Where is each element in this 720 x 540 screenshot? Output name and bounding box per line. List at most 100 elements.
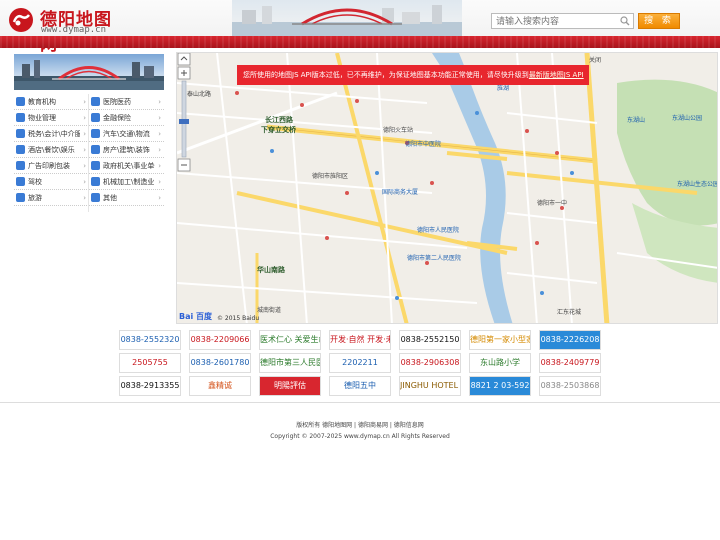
- ad-banner[interactable]: 2202211: [329, 353, 391, 373]
- category-item[interactable]: 汽车\交通\物流 ›: [89, 126, 164, 142]
- chevron-right-icon: ›: [83, 114, 86, 122]
- bank-icon: [91, 113, 100, 122]
- category-item[interactable]: 教育机构 ›: [14, 94, 89, 110]
- driving-icon: [16, 177, 25, 186]
- category-item[interactable]: 金融保险 ›: [89, 110, 164, 126]
- map-label: 东湖山: [627, 117, 646, 124]
- sidebar-divider: [88, 94, 89, 212]
- category-item[interactable]: 房产\建筑\装饰 ›: [89, 142, 164, 158]
- map-label: 德阳火车站: [383, 127, 414, 134]
- chevron-right-icon: ›: [158, 146, 161, 154]
- ad-banner[interactable]: 德阳第一家小型家庭装修: [469, 330, 531, 350]
- footer-divider: [0, 402, 720, 403]
- ad-banner[interactable]: 东山路小学: [469, 353, 531, 373]
- category-item[interactable]: 政府机关\事业单位›: [89, 158, 164, 174]
- map-label: 城南街道: [257, 307, 282, 314]
- map-label: 长江西路: [265, 116, 293, 124]
- footer-copyright: Copyright © 2007-2025 www.dymap.cn All R…: [270, 433, 450, 440]
- chevron-right-icon: ›: [83, 162, 86, 170]
- ad-banner[interactable]: 0838-2906308: [399, 353, 461, 373]
- ad-banner[interactable]: 德阳五中: [329, 376, 391, 396]
- medical-icon: [91, 97, 100, 106]
- ad-banner[interactable]: 2505755: [119, 353, 181, 373]
- baidu-logo: Bai 百度: [179, 312, 213, 321]
- map-canvas: [177, 53, 717, 323]
- search-input[interactable]: [492, 14, 618, 28]
- building-icon: [16, 113, 25, 122]
- ad-banner[interactable]: 0838-2552150: [399, 330, 461, 350]
- category-label: 房产\建筑\装饰: [103, 146, 150, 154]
- search-icon[interactable]: [620, 16, 630, 26]
- ad-banner[interactable]: 开发·自然 开发·未来: [329, 330, 391, 350]
- map-label: 德阳市旌阳区: [312, 173, 349, 180]
- sidebar: 教育机构›医院医药›物业管理›金融保险›税务\会计\中介服务›汽车\交通\物流›…: [14, 54, 164, 212]
- map-label: 汇东花城: [557, 309, 582, 316]
- more-icon: [91, 193, 100, 202]
- api-version-warning: 您所使用的地图JS API版本过低，已不再维护，为保证地图基本功能正常使用，请尽…: [237, 65, 589, 85]
- ad-banner[interactable]: 明陽評估: [259, 376, 321, 396]
- category-label: 其他: [103, 194, 117, 202]
- category-label: 驾校: [28, 178, 42, 186]
- category-item[interactable]: 广告印刷包装 ›: [14, 158, 89, 174]
- category-item[interactable]: 物业管理 ›: [14, 110, 89, 126]
- map-label[interactable]: 关闭: [589, 55, 601, 64]
- ad-banner[interactable]: 0838-2503868: [539, 376, 601, 396]
- ad-banner[interactable]: 鑫精诚: [189, 376, 251, 396]
- category-item[interactable]: 机械加工\制造业 ›: [89, 174, 164, 190]
- ad-banner[interactable]: 0838-2552320: [119, 330, 181, 350]
- category-item[interactable]: 医院医药 ›: [89, 94, 164, 110]
- chevron-right-icon: ›: [83, 130, 86, 138]
- category-item[interactable]: 酒店\餐饮\娱乐 ›: [14, 142, 89, 158]
- map-label: 下穿立交桥: [261, 126, 296, 134]
- graduation-icon: [16, 97, 25, 106]
- category-label: 汽车\交通\物流: [103, 130, 150, 138]
- chevron-right-icon: ›: [83, 178, 86, 186]
- map-label: 东湖山生态公园: [677, 181, 718, 188]
- api-upgrade-link[interactable]: 最新版地图JS API: [529, 71, 584, 79]
- map-label: 华山南路: [257, 266, 285, 274]
- ad-banner[interactable]: 8821 2 03-592: [469, 376, 531, 396]
- chevron-right-icon: ›: [158, 162, 161, 170]
- map-label: 东湖山公园: [672, 115, 703, 122]
- category-label: 医院医药: [103, 98, 131, 106]
- logo-url: www.dymap.cn: [41, 25, 107, 35]
- chevron-right-icon: ›: [83, 98, 86, 106]
- category-item[interactable]: 驾校 ›: [14, 174, 89, 190]
- category-label: 机械加工\制造业: [103, 178, 155, 186]
- ad-banner[interactable]: JINGHU HOTEL 旌湖宾馆: [399, 376, 461, 396]
- logo-mark-icon: [9, 8, 33, 32]
- map-label: 德阳市中医院: [405, 141, 442, 148]
- category-item[interactable]: 其他 ›: [89, 190, 164, 206]
- ad-banner[interactable]: 0838-2409779: [539, 353, 601, 373]
- category-label: 广告印刷包装: [28, 162, 70, 170]
- car-icon: [91, 129, 100, 138]
- category-item[interactable]: 旅游 ›: [14, 190, 89, 206]
- ad-banner[interactable]: 德阳市第三人民医院: [259, 353, 321, 373]
- ad-banner[interactable]: 0838-2209066: [189, 330, 251, 350]
- ad-banner[interactable]: 0838-2601780: [189, 353, 251, 373]
- category-label: 物业管理: [28, 114, 56, 122]
- gear-icon: [91, 177, 100, 186]
- search-button[interactable]: 搜 索: [638, 13, 680, 29]
- plane-icon: [16, 193, 25, 202]
- category-item[interactable]: 税务\会计\中介服务›: [14, 126, 89, 142]
- sidebar-banner-image: [14, 54, 164, 90]
- map-label: 德阳市人民医院: [417, 227, 460, 234]
- chevron-right-icon: ›: [158, 98, 161, 106]
- gov-icon: [91, 161, 100, 170]
- map-label: 德阳市一中: [537, 200, 568, 207]
- map-label: 德阳市第二人民医院: [407, 255, 462, 262]
- map-view[interactable]: 关闭 泰山北路 长江西路 下穿立交桥 德阳市旌阳区 东湖山 东湖山公园 德阳市中医院 国际商务大…: [176, 52, 718, 324]
- category-label: 政府机关\事业单位: [103, 162, 155, 170]
- category-label: 金融保险: [103, 114, 131, 122]
- map-zoom-control[interactable]: [177, 53, 191, 173]
- ad-banner[interactable]: 0838-2913355: [119, 376, 181, 396]
- footer-links[interactable]: 版权所有 德阳地图网 | 德阳商易网 | 德阳信息网: [0, 420, 720, 429]
- site-logo[interactable]: 德阳地图网 www.dymap.cn: [8, 5, 128, 55]
- chevron-right-icon: ›: [83, 146, 86, 154]
- ad-banner[interactable]: 0838-2226208: [539, 330, 601, 350]
- hotel-icon: [16, 145, 25, 154]
- category-label: 教育机构: [28, 98, 56, 106]
- ad-banner[interactable]: 医术仁心 关爱生命: [259, 330, 321, 350]
- category-label: 税务\会计\中介服务: [28, 130, 80, 138]
